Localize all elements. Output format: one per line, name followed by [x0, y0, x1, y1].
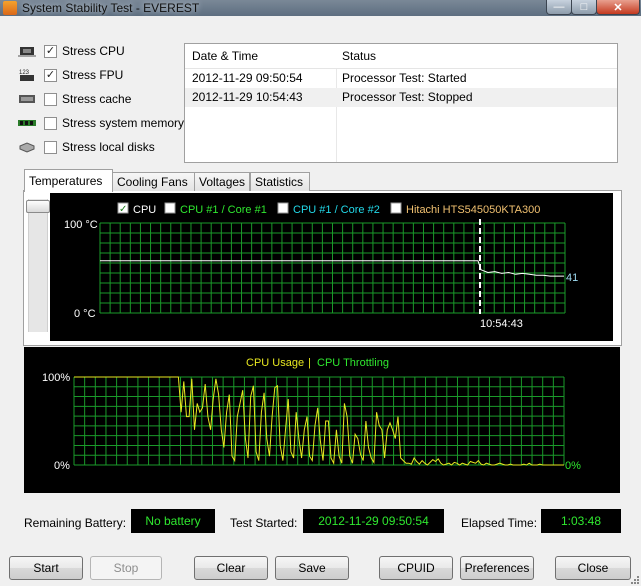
minimize-icon: — — [553, 1, 565, 13]
legend-cpu-usage: CPU Usage — [246, 357, 304, 369]
log-datetime: 2012-11-29 09:50:54 — [192, 71, 303, 85]
memory-module-icon — [18, 117, 36, 129]
temperature-grid — [99, 222, 566, 314]
maximize-button[interactable]: □ — [571, 0, 597, 15]
check-icon: ✓ — [45, 68, 56, 81]
title-bar[interactable]: System Stability Test - EVEREST — □ ✕ — [0, 0, 641, 16]
close-icon: ✕ — [613, 1, 623, 14]
check-icon: ✓ — [119, 204, 127, 215]
minimize-button[interactable]: — — [546, 0, 572, 15]
temperature-graph-canvas: ✓ CPU CPU #1 / Core #1 CPU #1 / Core #2 … — [64, 202, 578, 330]
tab-cooling-fans[interactable]: Cooling Fans — [112, 172, 196, 191]
cpu-chip-icon — [18, 45, 36, 57]
cpu-usage-graph: CPU Usage | CPU Throttling 100% 0% 0% — [24, 347, 620, 493]
log-status: Processor Test: Started — [342, 71, 467, 85]
stress-cache-checkbox[interactable] — [44, 92, 57, 106]
option-stress-disks[interactable]: Stress local disks — [18, 137, 155, 157]
legend-label-core-1: CPU #1 / Core #1 — [180, 204, 267, 216]
elapsed-time-label: Elapsed Time: — [461, 516, 538, 530]
y-axis-max-label: 100% — [42, 372, 70, 384]
legend-checkbox-core-2[interactable] — [277, 202, 289, 214]
battery-value: No battery — [131, 509, 215, 533]
cpu-usage-graph-canvas: CPU Usage | CPU Throttling 100% 0% 0% — [42, 357, 581, 472]
y-axis-min-label: 0 °C — [74, 308, 96, 320]
y-axis-max-label: 100 °C — [64, 219, 98, 231]
log-row[interactable]: 2012-11-29 09:50:54 Processor Test: Star… — [185, 69, 617, 88]
stress-disks-checkbox[interactable] — [44, 140, 57, 154]
elapsed-time-value: 1:03:48 — [541, 509, 621, 533]
tab-voltages[interactable]: Voltages — [194, 172, 250, 191]
check-icon: ✓ — [45, 44, 56, 57]
option-label: Stress local disks — [62, 140, 155, 154]
preferences-button[interactable]: Preferences — [460, 556, 534, 580]
stress-memory-checkbox[interactable] — [44, 116, 57, 130]
save-button[interactable]: Save — [275, 556, 349, 580]
option-label: Stress system memory — [62, 116, 185, 130]
cache-chip-icon — [18, 93, 36, 105]
start-button[interactable]: Start — [9, 556, 83, 580]
option-stress-fpu[interactable]: 123 ✓ Stress FPU — [18, 65, 123, 85]
legend-checkbox-hdd[interactable] — [390, 202, 402, 214]
log-status: Processor Test: Stopped — [342, 90, 473, 104]
slider-thumb[interactable] — [26, 200, 50, 213]
legend-label-core-2: CPU #1 / Core #2 — [293, 204, 380, 216]
tab-statistics[interactable]: Statistics — [250, 172, 310, 191]
option-stress-cache[interactable]: Stress cache — [18, 89, 131, 109]
window-title: System Stability Test - EVEREST — [22, 1, 200, 15]
current-value-label: 41 — [566, 272, 578, 284]
stop-button[interactable]: Stop — [90, 556, 162, 580]
test-started-label: Test Started: — [230, 516, 298, 530]
maximize-icon: □ — [580, 1, 588, 13]
test-started-value: 2012-11-29 09:50:54 — [303, 509, 444, 533]
y-axis-min-label: 0% — [54, 460, 70, 472]
legend-separator: | — [308, 357, 311, 369]
legend-hdd[interactable]: Hitachi HTS545050KTA300 — [390, 202, 540, 216]
event-log-list[interactable]: Date & Time Status 2012-11-29 09:50:54 P… — [184, 43, 618, 163]
option-label: Stress cache — [62, 92, 132, 106]
legend-cpu-throttling: CPU Throttling — [317, 357, 389, 369]
time-marker-label: 10:54:43 — [480, 318, 523, 330]
legend-core-2[interactable]: CPU #1 / Core #2 — [277, 202, 380, 216]
legend-cpu[interactable]: ✓ CPU — [117, 202, 156, 216]
stress-fpu-checkbox[interactable]: ✓ — [44, 68, 57, 82]
battery-label: Remaining Battery: — [24, 516, 127, 530]
fpu-chip-icon: 123 — [18, 69, 36, 81]
temperature-graph: ✓ CPU CPU #1 / Core #1 CPU #1 / Core #2 … — [50, 193, 613, 341]
resize-grip-icon[interactable] — [630, 575, 640, 585]
stability-test-window: System Stability Test - EVEREST — □ ✕ ✓ … — [0, 0, 641, 586]
everest-app-icon — [3, 1, 17, 15]
option-stress-memory[interactable]: Stress system memory — [18, 113, 184, 133]
legend-label-hdd: Hitachi HTS545050KTA300 — [406, 204, 540, 216]
option-label: Stress FPU — [62, 68, 124, 82]
option-stress-cpu[interactable]: ✓ Stress CPU — [18, 41, 125, 61]
graph-scale-slider[interactable] — [28, 199, 48, 332]
cpuid-button[interactable]: CPUID — [379, 556, 453, 580]
legend-core-1[interactable]: CPU #1 / Core #1 — [164, 202, 267, 216]
close-button[interactable]: Close — [555, 556, 631, 580]
column-header-status[interactable]: Status — [342, 44, 376, 68]
legend-label-cpu: CPU — [133, 204, 156, 216]
stress-cpu-checkbox[interactable]: ✓ — [44, 44, 57, 58]
column-header-datetime[interactable]: Date & Time — [192, 44, 258, 68]
disk-drive-icon — [18, 141, 36, 153]
throttling-value-label: 0% — [565, 460, 581, 472]
log-row[interactable]: 2012-11-29 10:54:43 Processor Test: Stop… — [185, 88, 617, 107]
tab-temperatures[interactable]: Temperatures — [24, 169, 113, 192]
close-window-button[interactable]: ✕ — [596, 0, 640, 15]
log-header: Date & Time Status — [185, 44, 617, 69]
log-datetime: 2012-11-29 10:54:43 — [192, 90, 303, 104]
legend-checkbox-core-1[interactable] — [164, 202, 176, 214]
clear-button[interactable]: Clear — [194, 556, 268, 580]
option-label: Stress CPU — [62, 44, 125, 58]
